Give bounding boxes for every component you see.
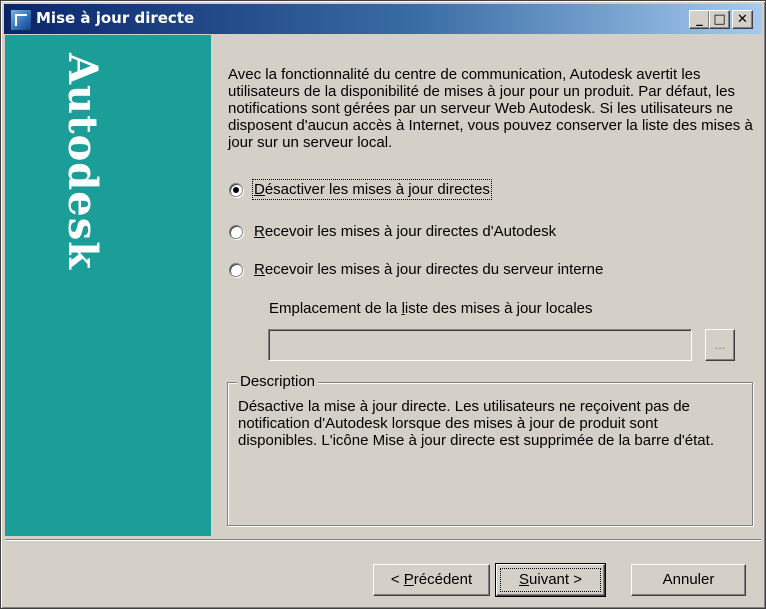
- title-bar[interactable]: Mise à jour directe _ □ ✕: [4, 4, 762, 34]
- autodesk-logo: Autodesk: [59, 53, 106, 270]
- option-label[interactable]: Recevoir les mises à jour directes d'Aut…: [254, 223, 556, 240]
- intro-text: Avec la fonctionnalité du centre de comm…: [228, 66, 753, 151]
- radio-button[interactable]: [229, 263, 243, 277]
- close-icon: ✕: [737, 12, 748, 27]
- wizard-window: Mise à jour directe _ □ ✕ Autodesk Avec …: [0, 0, 766, 609]
- footer-separator: [5, 539, 761, 541]
- brand-panel: Autodesk: [5, 35, 211, 536]
- next-button[interactable]: Suivant >: [495, 563, 606, 597]
- close-button[interactable]: ✕: [732, 10, 753, 29]
- previous-button[interactable]: < Précédent: [373, 564, 490, 596]
- option-label[interactable]: Recevoir les mises à jour directes du se…: [254, 261, 603, 278]
- location-path-input[interactable]: [268, 329, 692, 361]
- window-title: Mise à jour directe: [36, 9, 195, 27]
- location-label: Emplacement de la liste des mises à jour…: [269, 300, 593, 317]
- browse-button[interactable]: ...: [705, 329, 735, 361]
- option-label[interactable]: Désactiver les mises à jour directes: [252, 179, 492, 200]
- minimize-button[interactable]: _: [689, 10, 710, 29]
- radio-button-checked[interactable]: [229, 183, 243, 197]
- maximize-button[interactable]: □: [709, 10, 730, 29]
- description-legend: Description: [237, 373, 319, 390]
- focus-ring: [500, 568, 601, 592]
- maximize-icon: □: [713, 12, 726, 27]
- radio-button[interactable]: [229, 225, 243, 239]
- cancel-button[interactable]: Annuler: [631, 564, 746, 596]
- minimize-icon: _: [696, 12, 703, 27]
- description-text: Désactive la mise à jour directe. Les ut…: [238, 398, 714, 449]
- app-icon[interactable]: [10, 9, 32, 31]
